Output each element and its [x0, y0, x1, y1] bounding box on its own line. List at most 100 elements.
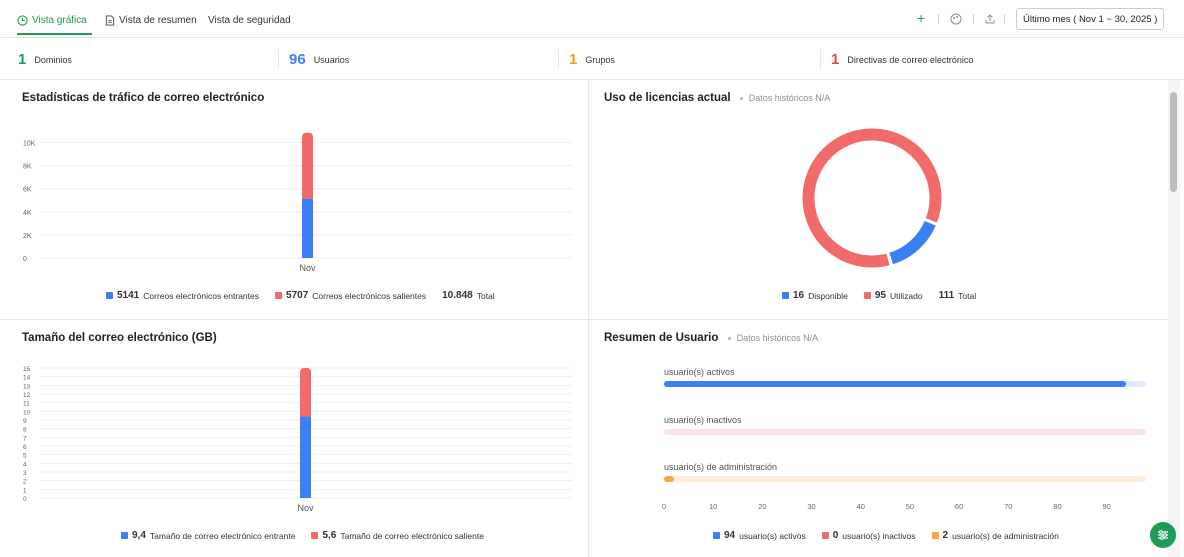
legend-item-salientes[interactable]: 5707 Correos electrónicos salientes [275, 290, 426, 301]
legend-item-entrante[interactable]: 9,4 Tamaño de correo electrónico entrant… [121, 530, 295, 541]
y-tick-label: 9 [23, 418, 27, 425]
bar-track [664, 381, 1146, 387]
bar-category-label: usuario(s) de administración [664, 462, 778, 472]
plus-icon[interactable]: + [917, 10, 925, 26]
legend-value: 5141 [117, 290, 140, 301]
bar-category-label: usuario(s) activos [664, 367, 735, 377]
bar-segment [302, 198, 313, 258]
scrollbar-thumb[interactable] [1170, 92, 1177, 192]
x-tick-label: 90 [1102, 502, 1110, 511]
license-title: Uso de licencias actual Datos históricos… [604, 92, 830, 104]
legend-value: 95 [874, 290, 886, 301]
legend-total-value: 10.848 [442, 290, 473, 301]
tab-label: Vista de resumen [119, 15, 197, 26]
bar-category-label: usuario(s) inactivos [664, 415, 742, 425]
x-tick-label: Nov [297, 503, 314, 513]
separator-dot [727, 337, 731, 341]
y-tick-label: 2K [23, 233, 32, 240]
stat-dominios[interactable]: 1 Dominios [18, 51, 72, 68]
tab-vista-resumen[interactable]: Vista de resumen [105, 15, 197, 26]
users-title-text: Resumen de Usuario [604, 332, 719, 344]
legend-value: 16 [793, 290, 805, 301]
users-x-axis: 0 10 20 30 40 50 60 70 80 90 [662, 502, 1111, 511]
y-tick-label: 14 [23, 375, 31, 382]
top-bar: Vista gráfica Vista de resumen Vista de … [0, 0, 1184, 38]
legend-swatch [275, 292, 283, 299]
divider [278, 49, 279, 69]
legend-item-disponible[interactable]: 16 Disponible [782, 290, 848, 301]
legend-value: 9,4 [132, 530, 146, 541]
legend-label: Tamaño de correo electrónico entrante [149, 530, 296, 541]
bar-segment [300, 416, 311, 498]
y-tick-label: 0 [23, 496, 27, 503]
x-tick-label: 80 [1053, 502, 1061, 511]
stat-directivas[interactable]: 1 Directivas de correo electrónico [831, 51, 973, 68]
y-tick-label: 10 [23, 409, 31, 416]
legend-item-administracion[interactable]: 2 usuario(s) de administración [931, 530, 1059, 541]
y-tick-label: 11 [23, 401, 30, 408]
license-donut-chart [801, 127, 943, 269]
chevron-down-icon [1161, 18, 1163, 20]
y-tick-label: 2 [23, 479, 27, 486]
divider [973, 14, 974, 24]
y-tick-label: 0 [23, 256, 27, 263]
x-tick-label: 40 [857, 502, 865, 511]
traffic-chart: 0 2K 4K 6K 8K 10K Nov [23, 132, 572, 273]
x-tick-label: Nov [299, 263, 316, 273]
x-tick-label: 30 [807, 502, 815, 511]
legend-label: Tamaño de correo electrónico saliente [340, 530, 484, 541]
palette-icon[interactable] [950, 13, 962, 28]
legend-label: Utilizado [889, 290, 923, 301]
y-tick-label: 5 [23, 453, 27, 460]
active-tab-indicator [17, 33, 92, 35]
legend-value: 2 [942, 530, 949, 541]
stat-label: Directivas de correo electrónico [847, 54, 974, 65]
y-tick-label: 15 [23, 366, 31, 373]
license-subtitle: Datos históricos N/A [748, 93, 831, 103]
legend-total-value: 111 [938, 290, 955, 301]
y-tick-label: 10K [23, 141, 36, 148]
divider [558, 49, 559, 69]
tab-vista-grafica[interactable]: Vista gráfica [17, 15, 87, 26]
legend-item-saliente[interactable]: 5,6 Tamaño de correo electrónico salient… [311, 530, 484, 541]
legend-value: 5707 [286, 290, 309, 301]
tab-vista-seguridad[interactable]: Vista de seguridad [208, 15, 291, 26]
legend-swatch [713, 532, 720, 539]
stat-value: 1 [18, 51, 27, 68]
stat-usuarios[interactable]: 96 Usuarios [289, 51, 349, 68]
legend-label: usuario(s) inactivos [842, 530, 916, 541]
legend-total: 111 Total [939, 290, 977, 301]
legend-item-utilizado[interactable]: 95 Utilizado [863, 290, 923, 301]
license-title-text: Uso de licencias actual [604, 92, 731, 104]
date-range-select[interactable]: Último mes ( Nov 1 ~ 30, 2025 ) [1016, 8, 1164, 30]
legend-item-inactivos[interactable]: 0 usuario(s) inactivos [821, 530, 916, 541]
y-tick-label: 4 [23, 461, 27, 468]
legend-item-activos[interactable]: 94 usuario(s) activos [713, 530, 806, 541]
legend-swatch [106, 292, 113, 299]
legend-label: Disponible [808, 290, 848, 301]
bar-fill[interactable] [664, 476, 674, 482]
legend-value: 94 [724, 530, 736, 541]
x-tick-label: 60 [955, 502, 963, 511]
y-tick-label: 4K [23, 210, 32, 217]
summary-stats-bar: 1 Dominios 96 Usuarios 1 Grupos 1 Direct… [0, 38, 1184, 80]
users-subtitle: Datos históricos N/A [736, 333, 819, 343]
legend-swatch [863, 292, 871, 299]
legend-item-entrantes[interactable]: 5141 Correos electrónicos entrantes [106, 290, 259, 301]
y-tick-label: 8K [23, 164, 32, 171]
bar-fill[interactable] [664, 381, 1127, 387]
legend-value: 5,6 [322, 530, 337, 541]
stat-grupos[interactable]: 1 Grupos [569, 51, 615, 68]
sliders-icon [1158, 530, 1168, 540]
stat-value: 1 [831, 51, 840, 68]
license-legend: 16 Disponible 95 Utilizado 111 Total [782, 290, 976, 301]
divider [820, 49, 821, 69]
filter-settings-button[interactable] [1150, 522, 1176, 548]
users-legend: 94 usuario(s) activos 0 usuario(s) inact… [713, 530, 1059, 541]
bar-track [664, 476, 1146, 482]
x-tick-label: 0 [662, 502, 666, 511]
legend-total: 10.848 Total [442, 290, 495, 301]
date-range-label: Último mes ( Nov 1 ~ 30, 2025 ) [1023, 13, 1158, 25]
export-icon[interactable] [984, 13, 996, 28]
y-tick-label: 8 [23, 427, 27, 434]
